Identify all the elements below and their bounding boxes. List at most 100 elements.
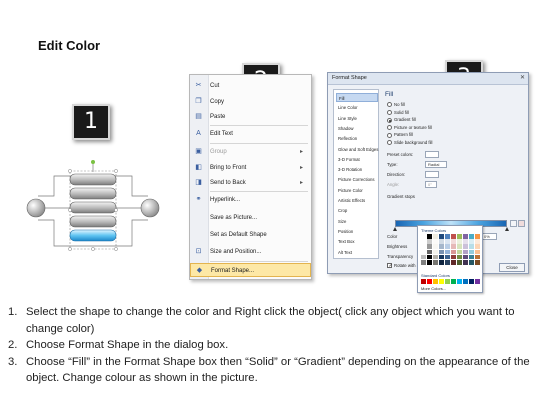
radio-button[interactable] (387, 117, 392, 123)
color-swatch[interactable] (421, 254, 427, 260)
nav-item-glow-and-soft-edges[interactable]: Glow and Soft Edges (336, 145, 378, 154)
color-swatch[interactable] (438, 234, 445, 239)
angle-input[interactable]: 0° (425, 181, 437, 188)
rotate-with-shape-checkbox[interactable]: ✓ (387, 263, 393, 269)
color-swatch[interactable] (456, 249, 463, 255)
position-input[interactable]: 0% (481, 233, 497, 240)
color-swatch[interactable] (450, 259, 457, 265)
color-swatch[interactable] (426, 259, 433, 265)
nav-item-line-style[interactable]: Line Style (336, 114, 378, 123)
menu-item-bring-to-front[interactable]: ◧ Bring to Front ▸ (190, 161, 311, 175)
menu-item-size-and-position[interactable]: ⊡ Size and Position... (190, 245, 311, 259)
color-swatch[interactable] (462, 249, 469, 255)
color-swatch[interactable] (468, 239, 475, 244)
color-swatch[interactable] (450, 249, 457, 255)
menu-item-set-as-default-shape[interactable]: Set as Default Shape (190, 228, 311, 242)
color-swatch[interactable] (462, 239, 469, 244)
color-swatch[interactable] (456, 244, 463, 249)
color-swatch[interactable] (444, 249, 451, 255)
color-swatch[interactable] (426, 249, 433, 255)
color-swatch[interactable] (432, 254, 439, 260)
color-swatch[interactable] (468, 244, 475, 249)
nav-item-artistic-effects[interactable]: Artistic Effects (336, 196, 378, 205)
color-swatch[interactable] (421, 234, 427, 239)
color-swatch[interactable] (462, 234, 469, 239)
color-swatch[interactable] (450, 239, 457, 244)
color-swatch[interactable] (432, 234, 439, 239)
color-swatch[interactable] (438, 249, 445, 255)
nav-item-crop[interactable]: Crop (336, 206, 378, 215)
color-swatch[interactable] (426, 254, 433, 260)
color-swatch[interactable] (444, 254, 451, 260)
color-swatch[interactable] (468, 259, 475, 265)
menu-item-edit-text[interactable]: A Edit Text (190, 127, 311, 141)
radio-button[interactable] (387, 140, 392, 146)
color-swatch[interactable] (426, 234, 433, 239)
color-swatch[interactable] (432, 244, 439, 249)
color-swatch[interactable] (438, 239, 445, 244)
color-swatch[interactable] (421, 279, 427, 284)
color-swatch[interactable] (474, 239, 481, 244)
nav-item-reflection[interactable]: Reflection (336, 134, 378, 143)
color-swatch[interactable] (438, 254, 445, 260)
close-icon[interactable]: ✕ (520, 74, 525, 81)
menu-item-format-shape[interactable]: ◆ Format Shape... (190, 263, 311, 277)
nav-item-text-box[interactable]: Text Box (336, 237, 378, 246)
color-swatch[interactable] (438, 244, 445, 249)
color-swatch[interactable] (456, 239, 463, 244)
color-swatch[interactable] (474, 234, 481, 239)
fill-option-slide-background-fill[interactable]: Slide background fill (387, 139, 432, 146)
color-swatch[interactable] (421, 259, 427, 265)
color-swatch[interactable] (474, 249, 481, 255)
color-swatch[interactable] (450, 244, 457, 249)
nav-item-fill[interactable]: Fill (336, 93, 378, 102)
type-dropdown[interactable]: Radial (425, 161, 447, 168)
color-swatch[interactable] (421, 249, 427, 255)
fill-option-pattern-fill[interactable]: Pattern fill (387, 131, 413, 138)
menu-item-send-to-back[interactable]: ◨ Send to Back ▸ (190, 176, 311, 190)
nav-item-picture-color[interactable]: Picture Color (336, 186, 378, 195)
color-swatch[interactable] (462, 259, 469, 265)
color-swatch[interactable] (450, 279, 457, 284)
direction-dropdown[interactable] (425, 171, 439, 178)
fill-option-picture-or-texture-fill[interactable]: Picture or texture fill (387, 124, 432, 131)
color-swatch[interactable] (426, 279, 433, 284)
color-swatch[interactable] (456, 234, 463, 239)
color-swatch[interactable] (462, 244, 469, 249)
more-colors-link[interactable]: More Colors... (421, 286, 446, 291)
dialog-title-bar[interactable]: Format Shape ✕ (328, 73, 528, 85)
nav-item-position[interactable]: Position (336, 227, 378, 236)
color-swatch[interactable] (438, 259, 445, 265)
remove-gradient-stop-button[interactable] (518, 220, 525, 227)
fill-option-no-fill[interactable]: No fill (387, 101, 405, 108)
menu-item-cut[interactable]: ✂ Cut (190, 79, 311, 93)
color-swatch[interactable] (432, 249, 439, 255)
color-swatch[interactable] (462, 254, 469, 260)
fill-option-gradient-fill[interactable]: Gradient fill (387, 116, 416, 123)
selected-shape-diagram[interactable] (18, 158, 168, 268)
color-swatch[interactable] (444, 239, 451, 244)
radio-button[interactable] (387, 109, 392, 115)
color-swatch[interactable] (474, 244, 481, 249)
fill-option-solid-fill[interactable]: Solid fill (387, 109, 409, 116)
color-swatch[interactable] (444, 234, 451, 239)
menu-item-copy[interactable]: ❐ Copy (190, 95, 311, 109)
color-swatch[interactable] (444, 244, 451, 249)
color-swatch[interactable] (468, 279, 475, 284)
color-swatch[interactable] (462, 279, 469, 284)
color-swatch[interactable] (468, 249, 475, 255)
gradient-stop-handle[interactable] (505, 227, 509, 231)
color-swatch[interactable] (456, 279, 463, 284)
color-swatch[interactable] (444, 279, 451, 284)
menu-item-save-as-picture[interactable]: Save as Picture... (190, 211, 311, 225)
color-swatch[interactable] (456, 254, 463, 260)
preset-colors-dropdown[interactable] (425, 151, 439, 158)
color-swatch[interactable] (421, 239, 427, 244)
nav-item-line-color[interactable]: Line Color (336, 103, 378, 112)
color-swatch[interactable] (426, 244, 433, 249)
color-swatch[interactable] (474, 279, 481, 284)
color-swatch[interactable] (474, 259, 481, 265)
menu-item-hyperlink[interactable]: ⚭ Hyperlink... (190, 193, 311, 207)
radio-button[interactable] (387, 125, 392, 131)
color-swatch[interactable] (426, 239, 433, 244)
